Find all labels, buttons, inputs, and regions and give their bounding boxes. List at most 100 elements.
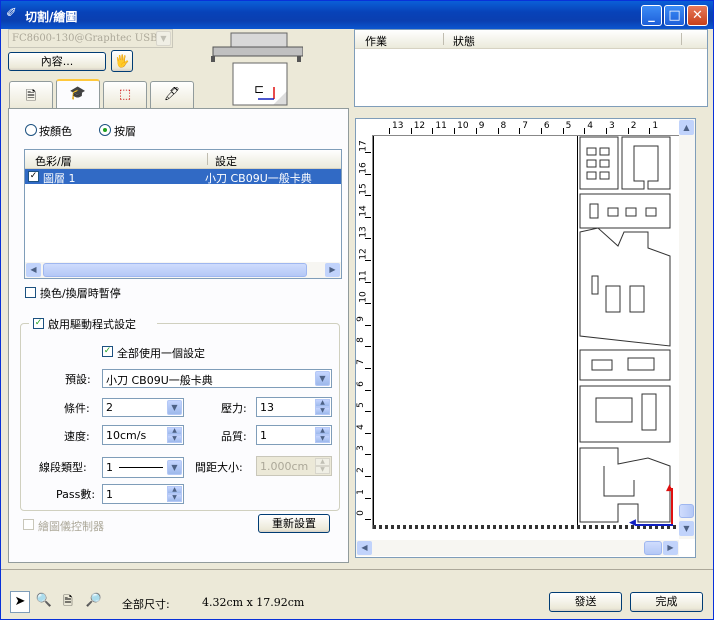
layer-list-hscrollbar[interactable]: ◀ ▶ (25, 262, 341, 278)
enable-driver-checkbox[interactable]: ✓ (33, 318, 44, 329)
by-color-radio[interactable] (25, 124, 37, 136)
enable-driver-label[interactable]: 啟用驅動程式設定 (48, 316, 136, 332)
ruler-tick-label: 7 (355, 359, 366, 365)
tab-general[interactable]: 🗎 (9, 81, 53, 108)
use-one-setting-label[interactable]: 全部使用一個設定 (117, 345, 205, 361)
tab-cut[interactable]: 🎓 (56, 79, 100, 109)
select-tool-button[interactable]: ➤ (10, 591, 30, 613)
send-button[interactable]: 發送 (549, 592, 622, 612)
job-table[interactable]: 作業 狀態 (354, 29, 708, 107)
spin-up-icon[interactable]: ▲ (315, 399, 330, 407)
by-layer-label[interactable]: 按層 (114, 123, 136, 139)
layer-row-checkbox[interactable]: ✓ (28, 171, 39, 182)
condition-select[interactable]: 2 ▼ (102, 398, 184, 417)
linetype-label: 線段類型: (39, 461, 87, 474)
scroll-right-icon[interactable]: ▶ (325, 263, 340, 277)
tab-layout[interactable]: ⬚ (103, 81, 147, 108)
minimize-icon: _ (648, 8, 655, 23)
status-column-header[interactable]: 狀態 (453, 33, 475, 49)
maximize-button[interactable]: □ (664, 5, 685, 26)
layer-column-header[interactable]: 色彩/層 (35, 153, 72, 169)
title-bar[interactable]: ✐ 切割/繪圖 _ □ ✕ (1, 1, 713, 29)
fit-page-button[interactable]: 🗎 (58, 591, 78, 613)
ruler-tick (365, 303, 371, 305)
preview-hscrollbar[interactable]: ◀ ▶ (356, 540, 679, 556)
hand-settings-icon: 🖐 (114, 54, 130, 68)
tab-tool[interactable]: 🖊 (150, 81, 194, 108)
window-title: 切割/繪圖 (25, 10, 78, 24)
ruler-tick (562, 128, 564, 134)
close-button[interactable]: ✕ (687, 5, 708, 26)
spin-up-icon[interactable]: ▲ (315, 427, 330, 435)
ruler-tick-label: 1 (652, 121, 659, 131)
device-select[interactable]: FC8600-130@Graphtec USB ▼ (8, 29, 173, 48)
pause-on-change-label[interactable]: 換色/換層時暫停 (40, 285, 121, 301)
preview-vscrollbar[interactable]: ▲ ▼ (679, 119, 695, 539)
zoom-fit-icon: 🔎 (85, 593, 103, 608)
linetype-select[interactable]: 1 ▼ (102, 457, 184, 478)
spin-down-icon[interactable]: ▼ (167, 435, 182, 443)
speed-spinner[interactable]: 10cm/s ▲ ▼ (102, 425, 184, 445)
layer-row[interactable]: ✓ 圖層 1 小刀 CB09U一般卡典 (25, 169, 341, 185)
preview-panel[interactable]: 13 12 11 10 9 8 7 6 5 4 3 2 1 17 16 15 14 13 12 11 10 9 8 7 6 5 4… (355, 118, 696, 558)
zoom-fit-button[interactable]: 🔎 (84, 591, 104, 613)
ruler-tick (454, 128, 456, 134)
spin-down-icon[interactable]: ▼ (315, 435, 330, 443)
quality-spinner[interactable]: 1 ▲ ▼ (256, 425, 332, 445)
force-spinner[interactable]: 13 ▲ ▼ (256, 397, 332, 417)
scroll-right-icon[interactable]: ▶ (663, 541, 678, 555)
ruler-tick-label: 9 (478, 121, 485, 131)
ruler-tick-label: 16 (358, 161, 369, 174)
preset-select[interactable]: 小刀 CB09U一般卡典 ▼ (102, 369, 332, 388)
pen-tool-icon: 🖊 (163, 87, 181, 102)
spin-up-icon[interactable]: ▲ (315, 458, 330, 466)
ruler-tick (365, 411, 371, 413)
spin-down-icon[interactable]: ▼ (315, 466, 330, 474)
scroll-left-icon[interactable]: ◀ (357, 541, 372, 555)
image-control-checkbox[interactable] (23, 519, 34, 530)
minimize-button[interactable]: _ (641, 5, 662, 26)
ruler-tick-label: 12 (413, 121, 426, 131)
zoom-in-icon: 🔍 (35, 593, 53, 608)
condition-value: 2 (106, 401, 113, 414)
scroll-thumb[interactable] (644, 541, 662, 555)
spin-up-icon[interactable]: ▲ (167, 486, 182, 494)
scroll-thumb[interactable] (43, 263, 307, 277)
by-color-label[interactable]: 按顏色 (39, 123, 72, 139)
done-button[interactable]: 完成 (630, 592, 703, 612)
zoom-tool-button[interactable]: 🔍 (34, 591, 54, 613)
close-icon: ✕ (692, 8, 703, 23)
spin-down-icon[interactable]: ▼ (167, 494, 182, 502)
ruler-tick-label: 11 (435, 121, 447, 131)
ruler-tick (410, 128, 412, 134)
spin-down-icon[interactable]: ▼ (315, 407, 330, 415)
setting-column-header[interactable]: 設定 (215, 153, 237, 169)
spacing-spinner[interactable]: 1.000cm ▲ ▼ (256, 456, 332, 476)
status-divider (1, 569, 713, 570)
properties-button[interactable]: 內容... (8, 52, 106, 71)
scroll-up-icon[interactable]: ▲ (679, 120, 694, 135)
ruler-tick (365, 216, 371, 218)
ruler-tick-label: 10 (358, 291, 369, 303)
ruler-tick (432, 128, 434, 134)
page-view-icon: 🗎 (63, 594, 73, 608)
pass-spinner[interactable]: 1 ▲ ▼ (102, 484, 184, 504)
use-one-setting-checkbox[interactable]: ✓ (102, 346, 113, 357)
by-layer-radio[interactable] (99, 124, 111, 136)
layer-list[interactable]: 色彩/層 設定 ✓ 圖層 1 小刀 CB09U一般卡典 ◀ ▶ (24, 149, 342, 279)
reset-button[interactable]: 重新設置 (258, 514, 330, 533)
spin-up-icon[interactable]: ▲ (167, 427, 182, 435)
scroll-thumb[interactable] (679, 504, 694, 518)
preview-canvas[interactable]: ▲ ◀ (373, 136, 679, 529)
scroll-down-icon[interactable]: ▼ (679, 521, 694, 536)
svg-text:⊏: ⊏ (254, 82, 264, 96)
device-tool-button[interactable]: 🖐 (111, 50, 133, 72)
job-table-header (355, 30, 707, 49)
image-control-label[interactable]: 繪圖儀控制器 (38, 518, 104, 534)
line-sample (119, 467, 163, 468)
scroll-left-icon[interactable]: ◀ (26, 263, 41, 277)
pause-on-change-checkbox[interactable] (25, 287, 36, 298)
ruler-tick (365, 152, 371, 153)
left-ruler: 17 16 15 14 13 12 11 10 9 8 7 6 5 4 3 2 1 0 (356, 135, 373, 529)
job-column-header[interactable]: 作業 (365, 33, 387, 49)
